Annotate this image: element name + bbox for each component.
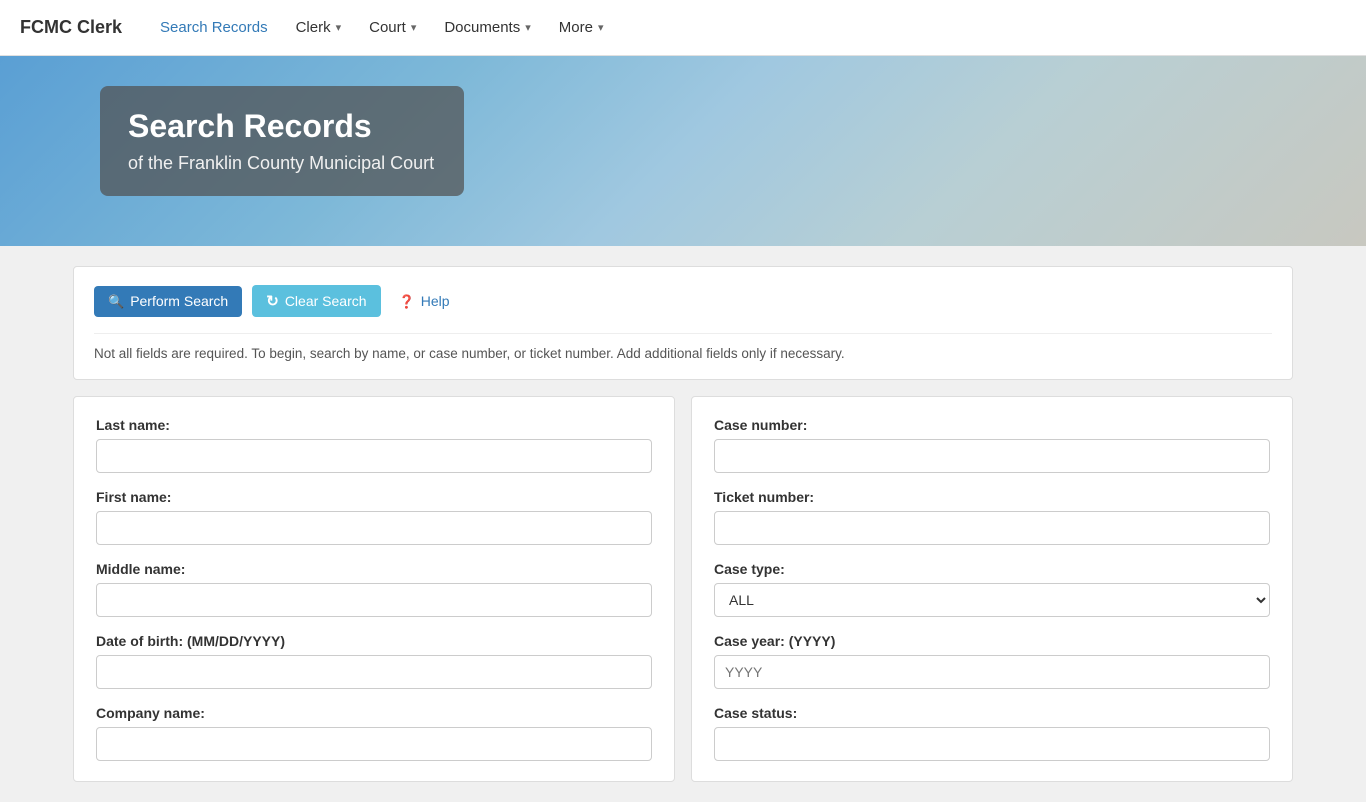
documents-dropdown-icon: ▾	[525, 21, 531, 34]
hero-overlay: Search Records of the Franklin County Mu…	[100, 86, 464, 196]
company-name-input[interactable]	[96, 727, 652, 761]
perform-search-label: Perform Search	[130, 293, 228, 309]
navbar: FCMC Clerk Search Records Clerk ▾ Court …	[0, 0, 1366, 56]
middle-name-input[interactable]	[96, 583, 652, 617]
refresh-icon	[266, 292, 279, 310]
hero-banner: Search Records of the Franklin County Mu…	[0, 56, 1366, 246]
company-name-label: Company name:	[96, 705, 652, 721]
case-year-input[interactable]	[714, 655, 1270, 689]
company-name-group: Company name:	[96, 705, 652, 761]
clear-search-label: Clear Search	[285, 293, 367, 309]
case-number-input[interactable]	[714, 439, 1270, 473]
case-type-group: Case type: ALL Civil Criminal Traffic Sm…	[714, 561, 1270, 617]
more-dropdown-icon: ▾	[598, 21, 604, 34]
dob-label: Date of birth: (MM/DD/YYYY)	[96, 633, 652, 649]
case-year-label: Case year: (YYYY)	[714, 633, 1270, 649]
content-area: Perform Search Clear Search Help Not all…	[0, 246, 1366, 802]
case-status-label: Case status:	[714, 705, 1270, 721]
hero-title: Search Records	[128, 108, 434, 145]
clear-search-button[interactable]: Clear Search	[252, 285, 380, 317]
ticket-number-input[interactable]	[714, 511, 1270, 545]
search-panel: Perform Search Clear Search Help Not all…	[73, 266, 1293, 380]
clerk-dropdown-icon: ▾	[336, 21, 342, 34]
perform-search-button[interactable]: Perform Search	[94, 286, 242, 317]
first-name-group: First name:	[96, 489, 652, 545]
case-status-group: Case status:	[714, 705, 1270, 761]
nav-more-label: More	[559, 19, 593, 36]
case-number-label: Case number:	[714, 417, 1270, 433]
first-name-label: First name:	[96, 489, 652, 505]
nav-court-label: Court	[369, 19, 406, 36]
nav-clerk-label: Clerk	[296, 19, 331, 36]
dob-input[interactable]	[96, 655, 652, 689]
search-notice: Not all fields are required. To begin, s…	[94, 333, 1272, 361]
help-icon	[399, 293, 415, 310]
form-grid: Last name: First name: Middle name: Date…	[73, 396, 1293, 782]
nav-documents[interactable]: Documents ▾	[430, 0, 544, 56]
search-toolbar: Perform Search Clear Search Help	[94, 285, 1272, 317]
nav-court[interactable]: Court ▾	[355, 0, 430, 56]
dob-group: Date of birth: (MM/DD/YYYY)	[96, 633, 652, 689]
help-button[interactable]: Help	[391, 286, 458, 317]
middle-name-label: Middle name:	[96, 561, 652, 577]
case-status-input[interactable]	[714, 727, 1270, 761]
nav-clerk[interactable]: Clerk ▾	[282, 0, 356, 56]
help-label: Help	[421, 293, 450, 309]
nav-search-records[interactable]: Search Records	[146, 0, 282, 56]
middle-name-group: Middle name:	[96, 561, 652, 617]
case-type-label: Case type:	[714, 561, 1270, 577]
case-number-group: Case number:	[714, 417, 1270, 473]
nav-documents-label: Documents	[444, 19, 520, 36]
court-dropdown-icon: ▾	[411, 21, 417, 34]
case-type-select[interactable]: ALL Civil Criminal Traffic Small Claims	[714, 583, 1270, 617]
last-name-group: Last name:	[96, 417, 652, 473]
case-year-group: Case year: (YYYY)	[714, 633, 1270, 689]
right-form-card: Case number: Ticket number: Case type: A…	[691, 396, 1293, 782]
last-name-label: Last name:	[96, 417, 652, 433]
hero-subtitle: of the Franklin County Municipal Court	[128, 153, 434, 174]
ticket-number-group: Ticket number:	[714, 489, 1270, 545]
last-name-input[interactable]	[96, 439, 652, 473]
nav-search-records-label: Search Records	[160, 19, 268, 36]
first-name-input[interactable]	[96, 511, 652, 545]
search-icon	[108, 293, 124, 310]
nav-more[interactable]: More ▾	[545, 0, 618, 56]
ticket-number-label: Ticket number:	[714, 489, 1270, 505]
brand-logo[interactable]: FCMC Clerk	[20, 17, 122, 38]
left-form-card: Last name: First name: Middle name: Date…	[73, 396, 675, 782]
